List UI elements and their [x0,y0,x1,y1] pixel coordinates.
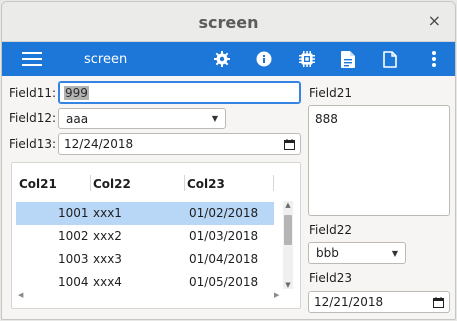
field22-label: Field22 [309,223,352,237]
field23-date-input[interactable]: 12/21/2018 [308,291,450,313]
scroll-up-arrow-icon[interactable]: ▲ [283,201,293,209]
chevron-down-icon: ▼ [391,248,398,258]
field11-input[interactable]: 999 [58,81,301,104]
field13-label: Field13: [9,137,57,151]
cell-col21: 1003 [58,252,89,266]
table-header: Col21 Col22 Col23 [12,163,300,199]
cell-col23: 01/04/2018 [189,252,259,266]
field13-date-input[interactable]: 12/24/2018 [58,133,301,155]
calendar-icon[interactable] [284,138,295,150]
field23-label: Field23 [309,271,352,285]
field22-dropdown[interactable]: bbb ▼ [308,242,406,264]
cell-col22: xxx1 [93,206,122,220]
column-header-col23[interactable]: Col23 [187,177,225,191]
table-row[interactable]: 1004 xxx4 01/05/2018 [16,271,274,294]
title-bar: screen × [2,2,455,42]
cell-col23: 01/03/2018 [189,229,259,243]
document-outline-icon[interactable] [380,42,400,76]
field13-value: 12/24/2018 [64,137,134,151]
cell-col23: 01/05/2018 [189,275,259,289]
column-divider[interactable] [273,175,274,191]
app-window: screen × screen Field11: 999 Field12: aa… [1,1,456,320]
cell-col22: xxx2 [93,229,122,243]
field11-value: 999 [64,85,89,100]
document-filled-icon[interactable] [338,42,358,76]
cell-col21: 1001 [58,206,89,220]
field12-label: Field12: [9,111,57,125]
table-row[interactable]: 1003 xxx3 01/04/2018 [16,248,274,271]
column-header-col22[interactable]: Col22 [93,177,131,191]
chip-icon[interactable] [297,42,317,76]
scrollbar-thumb[interactable] [284,215,292,245]
cell-col22: xxx3 [93,252,122,266]
chevron-down-icon: ▼ [211,114,218,123]
info-icon[interactable] [254,42,274,76]
horizontal-scrollbar[interactable]: ◀ ▶ [16,291,282,302]
table-row[interactable]: 1002 xxx2 01/03/2018 [16,225,274,248]
field11-label: Field11: [9,86,57,100]
hamburger-menu-icon[interactable] [20,42,44,76]
data-table: Col21 Col22 Col23 1001 xxx1 01/02/2018 1… [11,162,301,309]
scroll-left-arrow-icon[interactable]: ◀ [18,291,23,299]
cell-col23: 01/02/2018 [189,206,259,220]
scroll-right-arrow-icon[interactable]: ▶ [274,291,279,299]
field21-value: 888 [315,112,338,126]
field23-value: 12/21/2018 [314,295,384,309]
calendar-icon[interactable] [433,296,444,308]
field21-label: Field21 [309,86,352,100]
vertical-scrollbar[interactable]: ▲ ▼ [283,201,293,289]
column-divider[interactable] [90,175,91,191]
close-icon[interactable]: × [428,11,441,30]
field22-value: bbb [316,246,339,260]
cell-col22: xxx4 [93,275,122,289]
window-title: screen [198,13,259,32]
cell-col21: 1004 [58,275,89,289]
scroll-down-arrow-icon[interactable]: ▼ [283,281,293,289]
toolbar: screen [2,42,455,76]
cell-col21: 1002 [58,229,89,243]
field12-dropdown[interactable]: aaa ▼ [58,108,226,129]
table-row[interactable]: 1001 xxx1 01/02/2018 [16,202,274,225]
toolbar-title: screen [84,51,128,67]
kebab-menu-icon[interactable] [426,42,442,76]
gear-icon[interactable] [212,42,232,76]
column-divider[interactable] [184,175,185,191]
column-header-col21[interactable]: Col21 [19,177,57,191]
field12-value: aaa [66,111,89,126]
field21-textarea[interactable]: 888 [308,105,450,216]
